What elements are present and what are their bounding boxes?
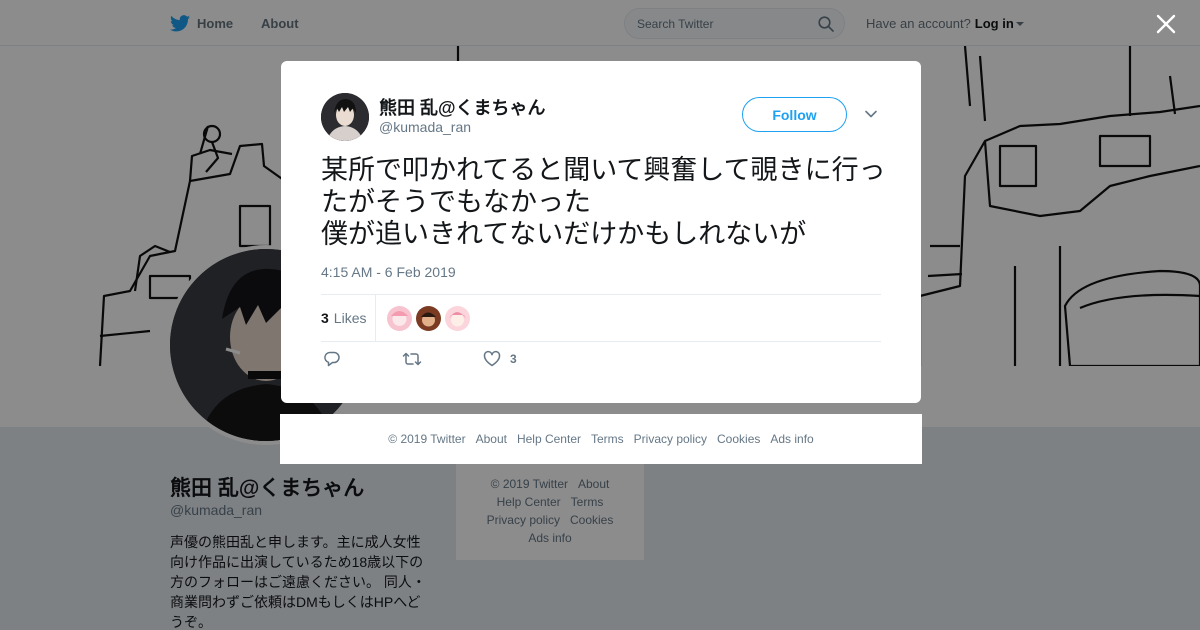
tweet-author-handle[interactable]: @kumada_ran [379,119,471,135]
liker-avatar-image [445,306,470,331]
footer-link-terms[interactable]: Terms [591,432,624,446]
likes-stat[interactable]: 3 Likes [321,295,366,341]
footer-link-help-center[interactable]: Help Center [517,432,581,446]
follow-button[interactable]: Follow [742,97,847,132]
tweet-author-name[interactable]: 熊田 乱@くまちゃん [379,94,546,120]
like-action-count: 3 [510,352,517,366]
like-button[interactable]: 3 [483,350,517,368]
footer-link-ads-info[interactable]: Ads info [770,432,813,446]
likes-label: Likes [333,310,367,326]
liker-avatar-image [387,306,412,331]
tweet-modal: 熊田 乱@くまちゃん @kumada_ran Follow 某所で叩かれてると聞… [281,61,921,403]
close-icon[interactable] [1154,12,1178,36]
chevron-down-icon[interactable] [864,107,878,121]
heart-icon [483,350,501,367]
footer-link-cookies[interactable]: Cookies [717,432,760,446]
retweet-button[interactable] [402,350,422,368]
tweet-author-avatar[interactable] [321,93,369,141]
likers-avatars [387,306,474,331]
liker-avatar[interactable] [445,306,470,331]
retweet-icon [402,352,422,366]
liker-avatar[interactable] [387,306,412,331]
tweet-stats: 3 Likes [321,294,881,342]
footer-link-privacy[interactable]: Privacy policy [634,432,707,446]
tweet-text: 某所で叩かれてると聞いて興奮して覗きに行ったがそうでもなかった 僕が追いきれてな… [321,155,886,249]
liker-avatar[interactable] [416,306,441,331]
likes-count: 3 [321,310,329,326]
footer-copyright[interactable]: © 2019 Twitter [388,432,465,446]
reply-button[interactable] [323,350,341,368]
tweet-timestamp[interactable]: 4:15 AM - 6 Feb 2019 [321,264,456,280]
modal-footer: © 2019 Twitter About Help Center Terms P… [280,414,922,464]
reply-icon [324,351,340,367]
footer-link-about[interactable]: About [476,432,507,446]
tweet-actions: 3 [321,350,881,376]
stats-divider [375,295,376,341]
avatar-illustration [321,93,369,141]
liker-avatar-image [416,306,441,331]
